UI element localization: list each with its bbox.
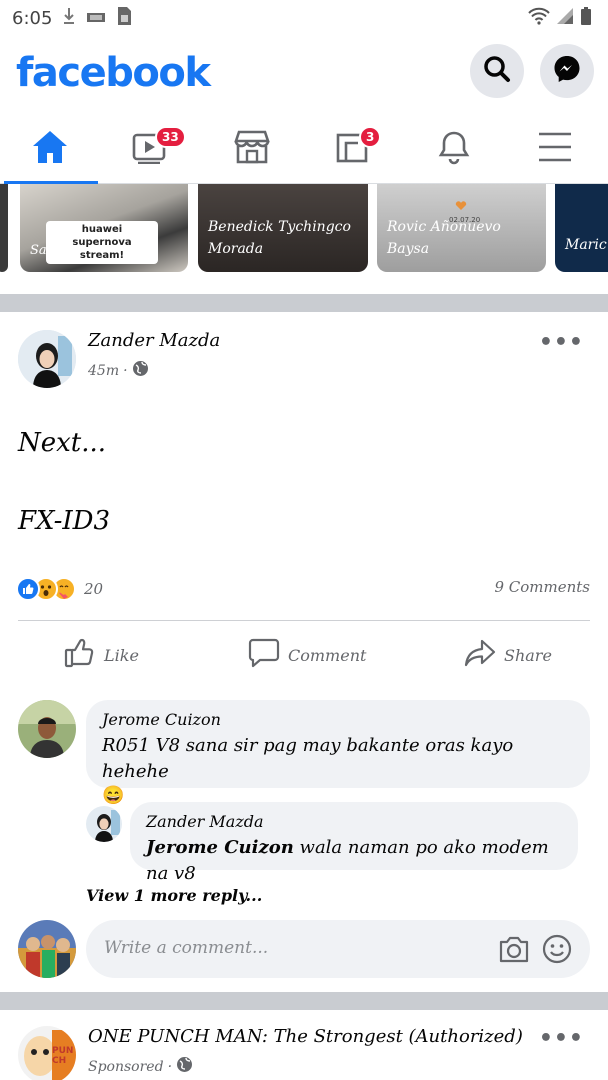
bell-icon [436,129,472,169]
reaction-count: 20 [84,580,104,598]
thumbs-up-icon [64,638,96,672]
menu-icon [537,131,573,167]
camera-icon[interactable] [498,934,530,968]
comment-bubble: Jerome Cuizon R051 V8 sana sir pag may b… [86,700,590,806]
app-header: facebook [0,36,608,114]
comment-input-placeholder: Write a comment... [104,938,269,958]
watch-badge: 33 [155,126,186,148]
sponsored-label: Sponsored [88,1058,164,1075]
view-more-replies-link[interactable]: View 1 more reply... [86,886,262,905]
like-label: Like [104,645,139,665]
story-card-partial[interactable] [0,184,8,272]
commenter-name[interactable]: Jerome Cuizon [102,710,574,729]
signal-icon [556,7,574,29]
section-divider [0,294,608,312]
comments-count-link[interactable]: 9 Comments [494,578,590,596]
sponsor-avatar[interactable]: PUNCH [18,1026,76,1080]
post-time[interactable]: 45m [88,363,119,379]
wifi-icon [528,7,550,29]
story-card[interactable]: Benedick Tychingco Morada [198,184,368,272]
facebook-logo[interactable]: facebook [16,50,211,96]
heart-icon [455,196,467,215]
stories-tray: Samu huawei supernova stream! Benedick T… [0,184,608,276]
tab-notifications[interactable] [404,114,504,184]
story-card[interactable]: Maric [555,184,608,272]
like-button[interactable]: Like [64,621,139,689]
comment-button[interactable]: Comment [248,621,366,689]
share-label: Share [504,645,552,665]
post-text-line: Next... [18,428,107,458]
storage-icon [86,8,106,29]
tab-pages[interactable]: 3 [303,114,403,184]
status-bar: 6:05 [0,0,608,36]
share-icon [464,638,496,672]
share-button[interactable]: Share [464,621,552,689]
tab-watch[interactable]: 33 [101,114,201,184]
reply-avatar[interactable] [86,806,122,842]
reply-author-name[interactable]: Zander Mazda [146,812,562,831]
story-author: Benedick Tychingco Morada [208,219,351,257]
tab-menu[interactable] [505,114,605,184]
search-button[interactable] [470,44,524,98]
post-actions-bar: Like Comment Share [18,620,590,688]
emoji-icon[interactable] [542,934,572,968]
tab-marketplace[interactable] [202,114,302,184]
messenger-icon [552,54,582,88]
comment-input[interactable]: Write a comment... [86,920,590,978]
globe-icon [176,1056,193,1077]
mention-link[interactable]: Jerome Cuizon [146,837,294,858]
post-author-name[interactable]: Zander Mazda [88,330,220,351]
section-divider [0,992,608,1010]
reaction-summary[interactable]: 20 [16,574,103,604]
post-meta: 45m · [88,360,149,381]
messenger-button[interactable] [540,44,594,98]
sponsor-name[interactable]: ONE PUNCH MAN: The Strongest (Authorized… [88,1026,523,1047]
pages-badge: 3 [359,126,382,148]
status-time: 6:05 [12,7,53,29]
globe-icon [132,360,149,381]
current-user-avatar[interactable] [18,920,76,978]
reply-text: Jerome Cuizon wala naman po ako modem na… [146,837,549,884]
like-reaction-icon [16,577,40,601]
post-text-line: FX-ID3 [18,506,111,536]
story-author: Maric [565,237,607,253]
commenter-avatar[interactable] [18,700,76,758]
story-card[interactable]: 02.07.20 Rovic Añonuevo Baysa [377,184,546,272]
story-author: Rovic Añonuevo Baysa [387,219,501,257]
story-card[interactable]: Samu huawei supernova stream! [20,184,188,272]
sponsor-thumb-text: PUNCH [52,1046,74,1066]
home-icon [31,129,69,169]
tab-home[interactable] [0,114,100,184]
comment-icon [248,637,280,673]
author-avatar[interactable] [18,330,76,388]
sim-icon [116,6,132,31]
reply-bubble: Zander Mazda Jerome Cuizon wala naman po… [130,802,578,884]
post-options-button[interactable]: ••• [539,330,584,355]
search-icon [482,54,512,88]
tab-bar: 33 3 [0,114,608,184]
marketplace-icon [233,129,271,169]
post-header: Zander Mazda 45m · ••• [0,312,608,402]
battery-icon [580,6,592,30]
sponsored-options-button[interactable]: ••• [539,1026,584,1051]
comment-label: Comment [288,645,367,665]
sponsored-meta: Sponsored · [88,1056,193,1077]
download-icon [62,7,76,30]
comment-text: R051 V8 sana sir pag may bakante oras ka… [102,733,574,807]
story-caption: huawei supernova stream! [46,221,158,264]
